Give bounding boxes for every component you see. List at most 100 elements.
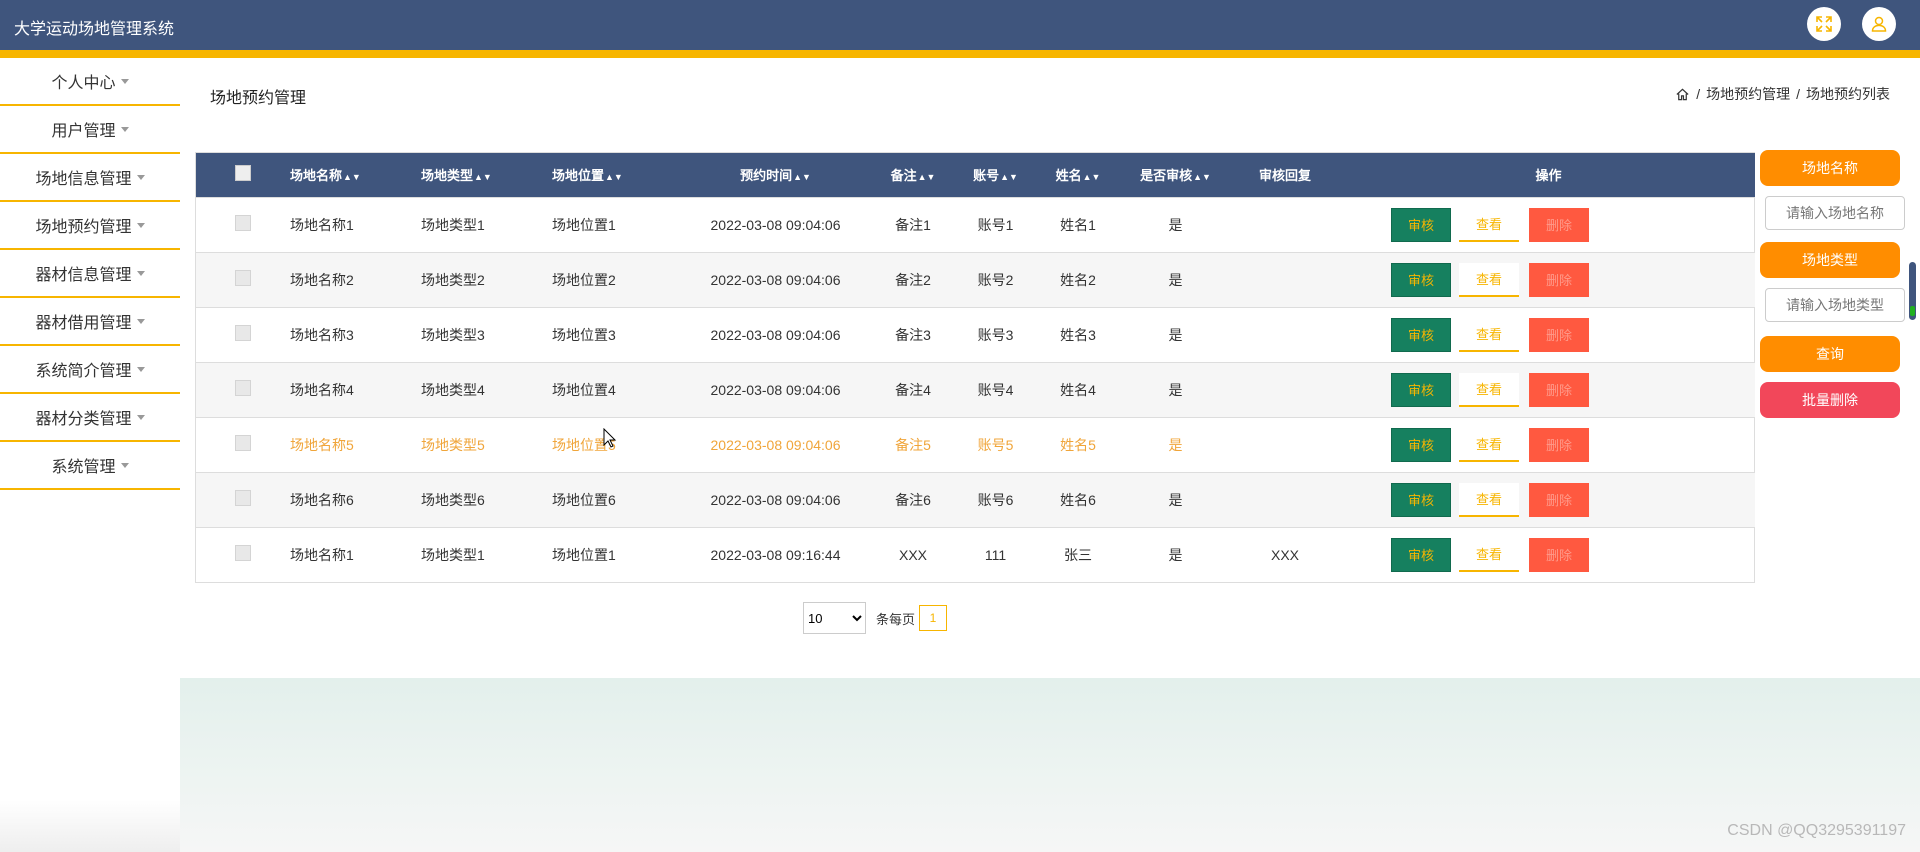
row-checkbox[interactable] xyxy=(235,545,251,562)
audit-button[interactable]: 审核 xyxy=(1391,537,1451,572)
audit-button[interactable]: 审核 xyxy=(1391,427,1451,462)
row-checkbox[interactable] xyxy=(235,435,251,451)
column-header-actions: 操作 xyxy=(1535,168,1562,184)
row-checkbox[interactable] xyxy=(235,325,251,341)
row-checkbox[interactable] xyxy=(235,215,251,231)
sidebar-item-label: 场地预约管理 xyxy=(35,219,132,236)
sidebar-item-system[interactable]: 系统管理 xyxy=(0,442,180,490)
audit-button[interactable]: 审核 xyxy=(1391,207,1451,242)
home-icon[interactable] xyxy=(1675,87,1690,102)
sidebar-item-equipment-category[interactable]: 器材分类管理 xyxy=(0,394,180,442)
delete-button[interactable]: 删除 xyxy=(1529,317,1589,352)
page-scrollbar[interactable] xyxy=(1909,262,1916,320)
column-header-account[interactable]: 账号▲▼ xyxy=(958,153,1033,197)
caret-down-icon xyxy=(136,414,145,420)
view-button[interactable]: 查看 xyxy=(1459,537,1519,572)
sort-icon[interactable]: ▲▼ xyxy=(605,172,623,182)
footer-background xyxy=(180,678,1920,852)
delete-button[interactable]: 删除 xyxy=(1529,372,1589,407)
delete-button[interactable]: 删除 xyxy=(1529,482,1589,517)
audit-button[interactable]: 审核 xyxy=(1391,482,1451,517)
query-button[interactable]: 查询 xyxy=(1760,336,1900,372)
sidebar-footer-fade xyxy=(0,800,180,852)
delete-button[interactable]: 删除 xyxy=(1529,427,1589,462)
sidebar-item-label: 用户管理 xyxy=(51,123,116,140)
sidebar-item-system-intro[interactable]: 系统简介管理 xyxy=(0,346,180,394)
column-header-booking-time[interactable]: 预约时间▲▼ xyxy=(683,153,868,197)
sort-icon[interactable]: ▲▼ xyxy=(474,172,492,182)
breadcrumb-separator: / xyxy=(1696,86,1701,102)
cell-remark: 备注2 xyxy=(868,251,958,307)
delete-button[interactable]: 删除 xyxy=(1529,262,1589,297)
audit-button[interactable]: 审核 xyxy=(1391,317,1451,352)
app-title: 大学运动场地管理系统 xyxy=(14,21,175,38)
fullscreen-button[interactable] xyxy=(1807,7,1841,41)
row-checkbox[interactable] xyxy=(235,270,251,286)
sort-icon[interactable]: ▲▼ xyxy=(918,172,936,182)
cell-venue-name: 场地名称3 xyxy=(290,306,421,362)
cell-booking-time: 2022-03-08 09:04:06 xyxy=(683,471,868,527)
search-panel: 场地名称 场地类型 查询 批量删除 xyxy=(1760,150,1905,418)
cell-venue-type: 场地类型2 xyxy=(421,251,552,307)
sidebar-item-equipment-loan[interactable]: 器材借用管理 xyxy=(0,298,180,346)
view-button[interactable]: 查看 xyxy=(1459,427,1519,462)
column-header-reviewed[interactable]: 是否审核▲▼ xyxy=(1123,153,1228,197)
view-button[interactable]: 查看 xyxy=(1459,207,1519,242)
view-button[interactable]: 查看 xyxy=(1459,262,1519,297)
sidebar-item-venue-booking[interactable]: 场地预约管理 xyxy=(0,202,180,250)
audit-button[interactable]: 审核 xyxy=(1391,262,1451,297)
cell-venue-location: 场地位置2 xyxy=(552,251,683,307)
delete-button[interactable]: 删除 xyxy=(1529,537,1589,572)
delete-button[interactable]: 删除 xyxy=(1529,207,1589,242)
column-header-remark[interactable]: 备注▲▼ xyxy=(868,153,958,197)
sort-icon[interactable]: ▲▼ xyxy=(1083,172,1101,182)
cell-booking-time: 2022-03-08 09:16:44 xyxy=(683,526,868,582)
view-button[interactable]: 查看 xyxy=(1459,482,1519,517)
cell-remark: 备注3 xyxy=(868,306,958,362)
cell-name: 姓名6 xyxy=(1033,471,1123,527)
row-checkbox[interactable] xyxy=(235,490,251,506)
watermark: CSDN @QQ3295391197 xyxy=(1727,822,1906,839)
sidebar-item-venue-info[interactable]: 场地信息管理 xyxy=(0,154,180,202)
cell-account: 账号3 xyxy=(958,306,1033,362)
sort-icon[interactable]: ▲▼ xyxy=(1000,172,1018,182)
breadcrumb-separator: / xyxy=(1796,86,1800,102)
view-button[interactable]: 查看 xyxy=(1459,372,1519,407)
page-size-select[interactable]: 10 xyxy=(803,602,866,634)
column-header-name[interactable]: 姓名▲▼ xyxy=(1033,153,1123,197)
audit-button[interactable]: 审核 xyxy=(1391,372,1451,407)
cell-name: 姓名3 xyxy=(1033,306,1123,362)
row-checkbox[interactable] xyxy=(235,380,251,396)
sidebar-item-equipment-info[interactable]: 器材信息管理 xyxy=(0,250,180,298)
caret-down-icon xyxy=(120,126,129,132)
column-header-venue-location[interactable]: 场地位置▲▼ xyxy=(552,153,683,197)
batch-delete-button[interactable]: 批量删除 xyxy=(1760,382,1900,418)
venue-name-input[interactable] xyxy=(1765,196,1905,230)
cell-venue-type: 场地类型1 xyxy=(421,196,552,252)
column-header-venue-name[interactable]: 场地名称▲▼ xyxy=(290,153,421,197)
select-all-checkbox[interactable] xyxy=(235,165,251,182)
page-number-button[interactable]: 1 xyxy=(919,605,948,631)
venue-type-input[interactable] xyxy=(1765,288,1905,322)
cell-venue-type: 场地类型1 xyxy=(421,526,552,582)
cell-remark: 备注4 xyxy=(868,361,958,417)
user-avatar-button[interactable] xyxy=(1862,7,1896,41)
cell-account: 111 xyxy=(958,526,1033,582)
caret-down-icon xyxy=(136,270,145,276)
cell-account: 账号5 xyxy=(958,416,1033,472)
per-page-label: 条每页 xyxy=(876,611,916,627)
table-row: 场地名称3 场地类型3 场地位置3 2022-03-08 09:04:06 备注3 账号3… xyxy=(196,306,1755,362)
sort-icon[interactable]: ▲▼ xyxy=(1193,172,1211,182)
view-button[interactable]: 查看 xyxy=(1459,317,1519,352)
breadcrumb-item[interactable]: 场地预约管理 xyxy=(1706,84,1790,104)
cell-remark: 备注1 xyxy=(868,196,958,252)
sort-icon[interactable]: ▲▼ xyxy=(343,172,361,182)
sort-icon[interactable]: ▲▼ xyxy=(793,172,811,182)
sidebar-item-users[interactable]: 用户管理 xyxy=(0,106,180,154)
caret-down-icon xyxy=(136,366,145,372)
sidebar-item-label: 场地信息管理 xyxy=(35,171,132,188)
column-header-venue-type[interactable]: 场地类型▲▼ xyxy=(421,153,552,197)
sidebar-item-profile[interactable]: 个人中心 xyxy=(0,58,180,106)
mouse-cursor-icon xyxy=(603,428,617,448)
cell-venue-location: 场地位置6 xyxy=(552,471,683,527)
